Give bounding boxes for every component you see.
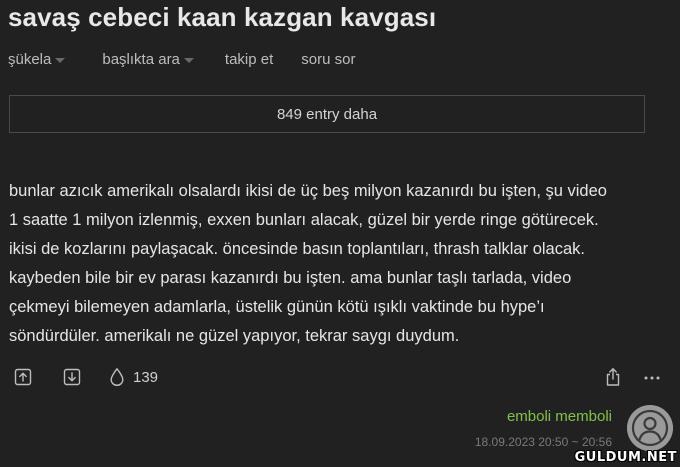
page: savaş cebeci kaan kazgan kavgası şükela … [0,0,680,467]
sort-dropdown[interactable]: şükela [8,50,66,68]
share-svg [606,368,620,386]
entry-content: bunlar azıcık amerikalı olsalardı ikisi … [9,182,607,345]
more-svg [644,376,660,380]
drop-icon[interactable] [109,367,125,387]
arrow-up-icon[interactable] [14,368,32,386]
user-avatar-icon[interactable] [627,405,673,451]
more-dots-icon[interactable] [643,367,661,387]
search-in-topic-dropdown[interactable]: başlıkta ara [102,51,194,68]
favorite-count[interactable]: 139 [133,369,158,386]
more-entries-label: 849 entry daha [276,105,378,123]
entry-date[interactable]: 18.09.2023 20:50 ~ 20:56 [475,435,612,449]
topic-nav: şükela başlıkta ara takip et soru sor [8,48,355,70]
author-link[interactable]: emboli memboli [507,408,612,425]
avatar-svg [627,405,673,451]
chevron-down-icon [55,57,66,63]
sort-label: şükela [8,50,52,68]
more-entries-button[interactable]: 849 entry daha [9,95,645,133]
arrow-down-icon[interactable] [63,368,81,386]
follow-link[interactable]: takip et [225,51,273,68]
favorite-svg [110,368,124,386]
share-icon[interactable] [604,367,622,387]
follow-label: takip et [224,50,274,68]
ask-question-label: soru sor [301,50,356,68]
topic-title[interactable]: savaş cebeci kaan kazgan kavgası [8,0,436,34]
chevron-down-icon [183,57,194,63]
downvote-svg [63,368,81,386]
ask-question-link[interactable]: soru sor [301,51,355,68]
search-in-topic-label: başlıkta ara [102,50,180,68]
upvote-svg [14,368,32,386]
site-watermark: GULDUM.NET [574,450,677,465]
entry-actions: 139 [14,366,158,388]
